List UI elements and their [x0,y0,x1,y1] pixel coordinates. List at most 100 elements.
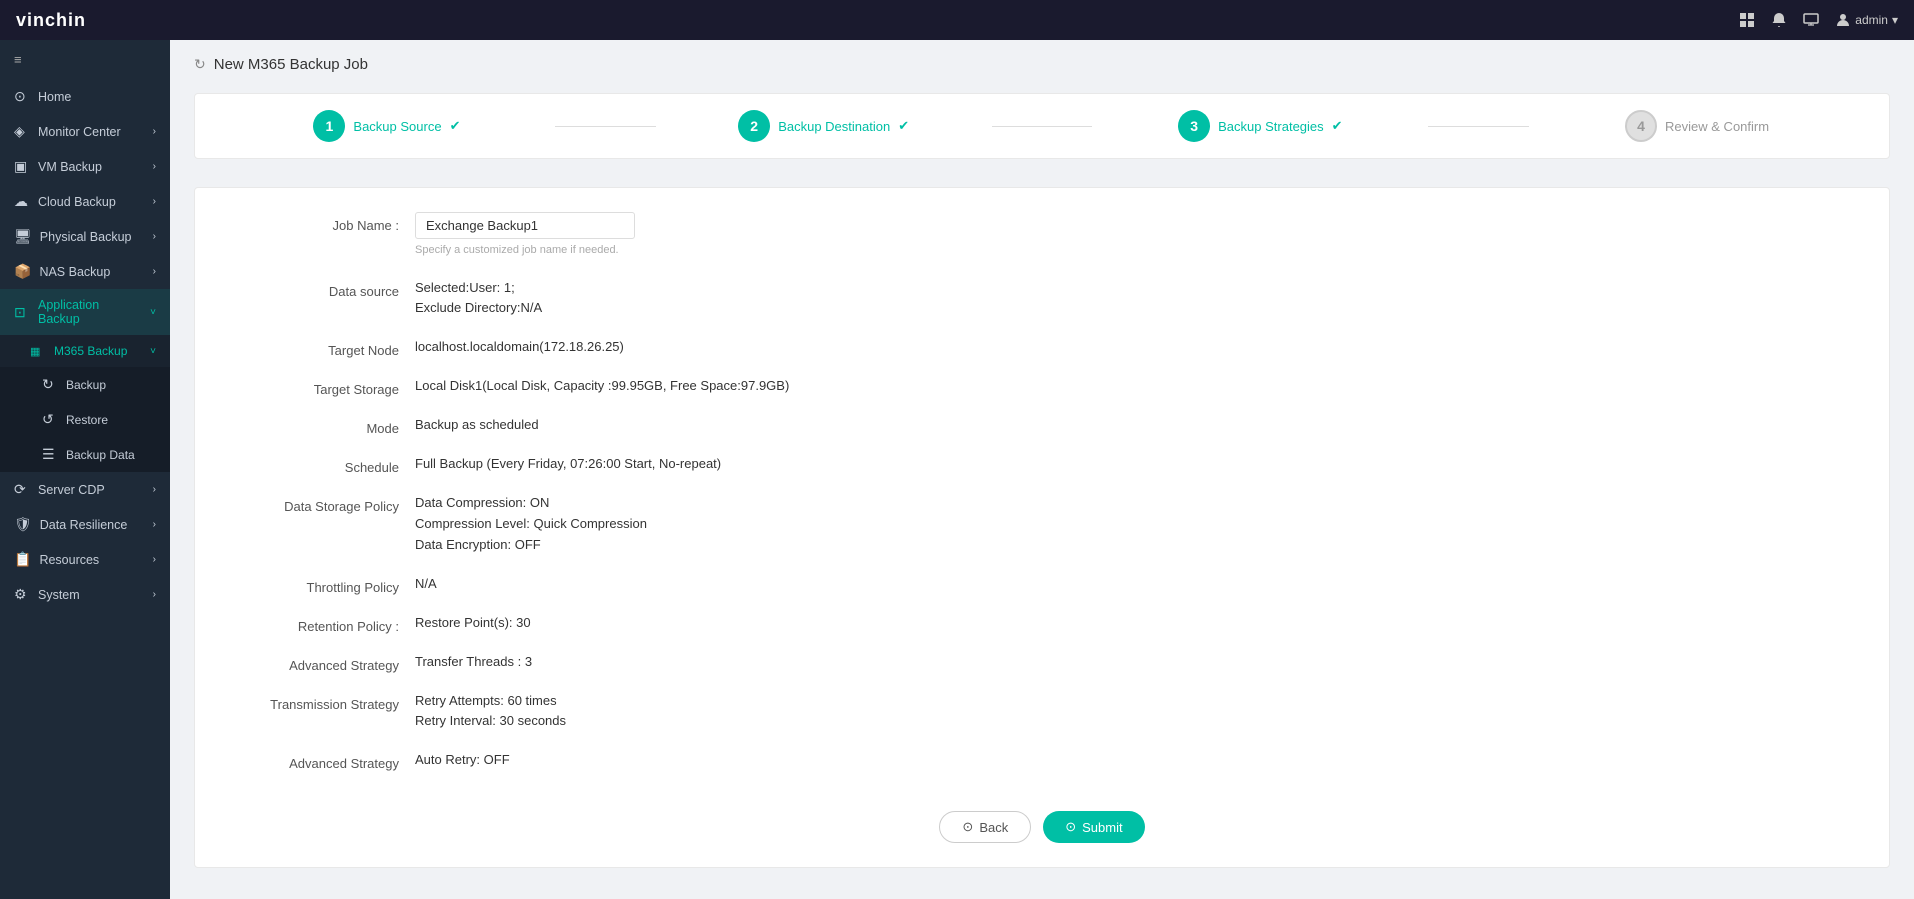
sidebar-item-nas-backup[interactable]: 📦 NAS Backup › [0,254,170,289]
chevron-right-icon-nas: › [153,266,156,277]
username: admin [1855,13,1888,27]
sidebar-item-server-cdp[interactable]: ⟳ Server CDP › [0,472,170,507]
form-row-throttling-policy: Throttling Policy N/A [235,574,1849,595]
user-icon [1835,12,1851,28]
monitor-icon[interactable] [1803,12,1819,28]
grid-icon[interactable] [1739,12,1755,28]
chevron-right-icon-sys: › [153,589,156,600]
data-resilience-icon: 🛡 [14,516,32,533]
chevron-down-icon: ▾ [1892,13,1898,27]
dsp-line2: Compression Level: Quick Compression [415,514,1849,535]
step-divider-1 [555,126,656,127]
sidebar-item-vm-backup[interactable]: ▣ VM Backup › [0,149,170,184]
sidebar-item-cloud-backup[interactable]: ☁ Cloud Backup › [0,184,170,219]
job-name-input[interactable] [415,212,635,239]
advanced-strategy-value: Transfer Threads : 3 [415,652,1849,673]
bell-icon[interactable] [1771,12,1787,28]
sidebar-label-resources: Resources [39,553,99,567]
step-3-label: Backup Strategies [1218,119,1324,134]
logo: vinchin [16,10,86,31]
home-icon: ⊙ [14,88,30,105]
target-storage-value: Local Disk1(Local Disk, Capacity :99.95G… [415,376,1849,397]
step-2-number: 2 [750,118,758,134]
back-label: Back [979,820,1008,835]
sidebar-label-server-cdp: Server CDP [38,483,105,497]
user-menu[interactable]: admin ▾ [1835,12,1898,28]
main-layout: ≡ ⊙ Home ◈ Monitor Center › ▣ VM Backup … [0,40,1914,899]
form-row-target-node: Target Node localhost.localdomain(172.18… [235,337,1849,358]
sidebar-item-monitor-center[interactable]: ◈ Monitor Center › [0,114,170,149]
sidebar-item-system[interactable]: ⚙ System › [0,577,170,612]
sidebar-item-resources[interactable]: 📋 Resources › [0,542,170,577]
advanced-strategy-label: Advanced Strategy [235,652,415,673]
job-name-value: Specify a customized job name if needed. [415,212,1849,260]
sidebar-toggle[interactable]: ≡ [0,40,170,79]
form-actions: ⊙ Back ⊙ Submit [235,795,1849,843]
target-storage-label: Target Storage [235,376,415,397]
sidebar-item-data-resilience[interactable]: 🛡 Data Resilience › [0,507,170,542]
step-3: 3 Backup Strategies ✔ [1092,110,1428,142]
form-row-retention-policy: Retention Policy : Restore Point(s): 30 [235,613,1849,634]
step-2-circle: 2 [738,110,770,142]
form-row-data-source: Data source Selected:User: 1; Exclude Di… [235,278,1849,320]
topbar-icons: admin ▾ [1739,12,1898,28]
sidebar-item-backup-data[interactable]: ☰ Backup Data [0,437,170,472]
form-row-transmission-strategy: Transmission Strategy Retry Attempts: 60… [235,691,1849,733]
chevron-down-icon-m365: ˅ [150,346,156,357]
form-row-data-storage-policy: Data Storage Policy Data Compression: ON… [235,493,1849,555]
target-node-label: Target Node [235,337,415,358]
sidebar-item-home[interactable]: ⊙ Home [0,79,170,114]
data-storage-policy-label: Data Storage Policy [235,493,415,514]
chevron-right-icon: › [153,126,156,137]
step-4: 4 Review & Confirm [1529,110,1865,142]
nas-backup-icon: 📦 [14,263,31,280]
sidebar-label-vm-backup: VM Backup [38,160,102,174]
retention-policy-label: Retention Policy : [235,613,415,634]
sidebar-label-m365: M365 Backup [54,344,127,358]
chevron-right-icon-vm: › [153,161,156,172]
sidebar-label-home: Home [38,90,71,104]
page-title: New M365 Backup Job [214,56,368,73]
refresh-icon[interactable]: ↻ [194,56,206,73]
sidebar-item-m365-backup[interactable]: ▦ M365 Backup ˅ [0,335,170,367]
step-3-circle: 3 [1178,110,1210,142]
page-header: ↻ New M365 Backup Job [194,56,1890,73]
ts-line2: Retry Interval: 30 seconds [415,711,1849,732]
data-source-line1: Selected:User: 1; [415,278,1849,299]
sidebar-label-restore: Restore [66,413,108,427]
schedule-label: Schedule [235,454,415,475]
sidebar-label-monitor-center: Monitor Center [38,125,121,139]
step-3-number: 3 [1190,118,1198,134]
data-storage-policy-value: Data Compression: ON Compression Level: … [415,493,1849,555]
step-1-circle: 1 [313,110,345,142]
sidebar-label-application-backup: Application Backup [38,298,142,326]
resources-icon: 📋 [14,551,31,568]
backup-icon: ↻ [42,376,58,393]
ts-line1: Retry Attempts: 60 times [415,691,1849,712]
transmission-strategy-label: Transmission Strategy [235,691,415,712]
chevron-right-icon-cdp: › [153,484,156,495]
submit-button[interactable]: ⊙ Submit [1043,811,1144,843]
step-1-check-icon: ✔ [450,118,461,134]
logo-chin: chin [45,10,86,30]
sidebar-item-application-backup[interactable]: ⊡ Application Backup ˅ [0,289,170,335]
throttling-policy-value: N/A [415,574,1849,595]
vm-backup-icon: ▣ [14,158,30,175]
logo-vin: vin [16,10,45,30]
backup-data-icon: ☰ [42,446,58,463]
back-button[interactable]: ⊙ Back [939,811,1031,843]
sidebar-item-physical-backup[interactable]: 🖥 Physical Backup › [0,219,170,254]
form-row-mode: Mode Backup as scheduled [235,415,1849,436]
sidebar-item-restore[interactable]: ↺ Restore [0,402,170,437]
restore-icon: ↺ [42,411,58,428]
cloud-backup-icon: ☁ [14,193,30,210]
step-2: 2 Backup Destination ✔ [656,110,992,142]
physical-backup-icon: 🖥 [14,228,32,245]
sidebar-item-backup[interactable]: ↻ Backup [0,367,170,402]
sidebar-sub-m365: ↻ Backup ↺ Restore ☰ Backup Data [0,367,170,472]
chevron-right-icon-res: › [153,554,156,565]
steps-bar: 1 Backup Source ✔ 2 Backup Destination ✔… [194,93,1890,159]
step-divider-3 [1428,126,1529,127]
submit-circle-icon: ⊙ [1065,819,1076,835]
step-1-label: Backup Source [353,119,441,134]
